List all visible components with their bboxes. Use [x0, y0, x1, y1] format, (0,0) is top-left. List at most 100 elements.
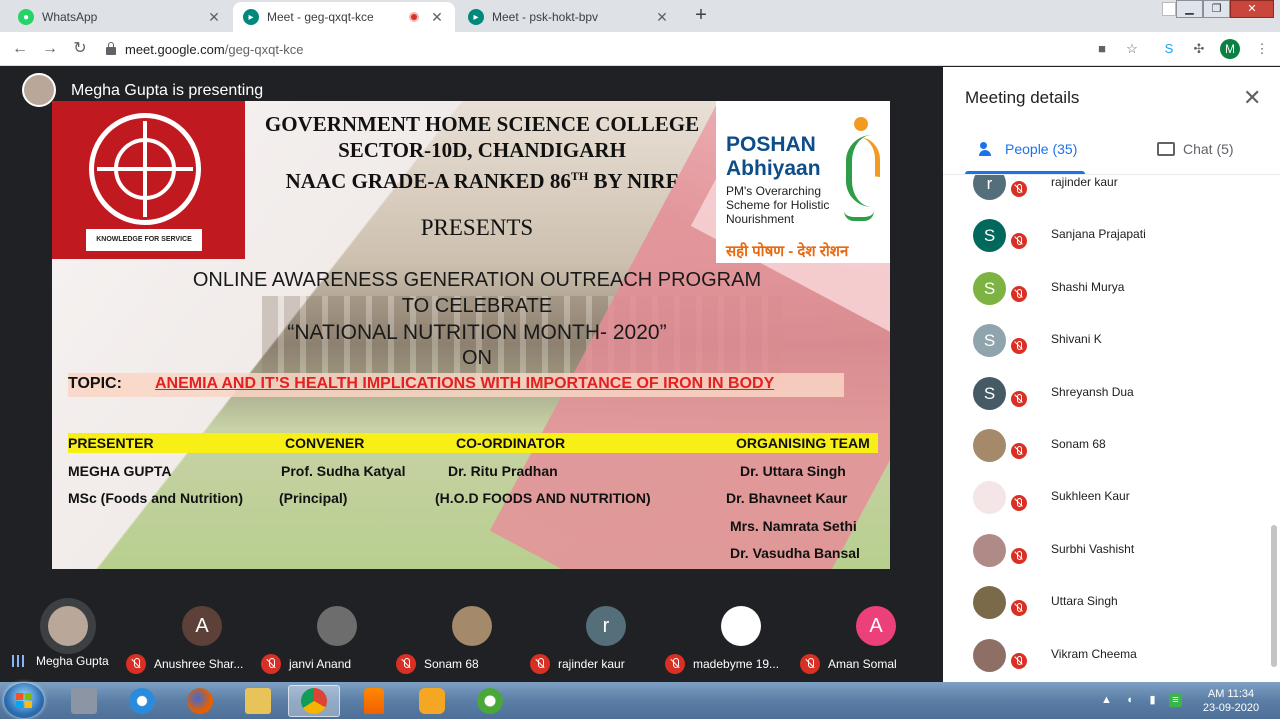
participant-name: Surbhi Vashisht	[1051, 541, 1135, 556]
presenter-avatar	[22, 73, 56, 107]
panel-title: Meeting details	[965, 88, 1080, 107]
recording-indicator-icon	[409, 12, 419, 22]
role-coordinator: CO-ORDINATOR	[456, 435, 566, 451]
tab-title: Meet - geg-qxqt-kce	[267, 10, 374, 24]
profile-avatar[interactable]: M	[1220, 39, 1240, 59]
participant-name: Sonam 68	[424, 657, 479, 671]
mic-off-icon	[1009, 441, 1029, 461]
poshan-title-line: Abhiyaan	[726, 157, 821, 180]
close-panel-icon[interactable]: ✕	[1243, 85, 1261, 111]
tab-people[interactable]: People (35)	[979, 141, 1077, 157]
taskbar-clock[interactable]: AM 11:34 23-09-2020	[1196, 687, 1266, 715]
avatar	[973, 429, 1006, 462]
tab-title: Meet - psk-hokt-bpv	[492, 10, 599, 24]
poshan-abhiyaan-logo: POSHAN Abhiyaan PM's Overarching Scheme fo…	[716, 101, 890, 263]
event-name: “NATIONAL NUTRITION MONTH- 2020”	[287, 321, 667, 344]
mic-off-icon	[126, 654, 146, 674]
back-icon[interactable]: ←	[10, 39, 30, 59]
taskbar-vlc[interactable]	[348, 685, 400, 717]
participant-tile-label: rajinder kaur	[530, 654, 625, 674]
role-convener: CONVENER	[285, 435, 365, 451]
firefox-icon	[187, 688, 213, 714]
participant-tile-avatar[interactable]	[452, 606, 492, 646]
participant-tile-label: Megha Gupta	[12, 654, 109, 668]
taskbar-app[interactable]	[406, 685, 458, 717]
minimize-button[interactable]: ▁	[1176, 0, 1203, 18]
extensions-puzzle-icon[interactable]: ✣	[1191, 41, 1207, 57]
window-controls: ▁ ❐ ✕	[1176, 0, 1274, 18]
tab-meet-active[interactable]: ▸ Meet - geg-qxqt-kce ✕	[233, 2, 455, 32]
participant-name: Aman Somal	[828, 657, 897, 671]
reload-icon[interactable]: ↻	[70, 39, 90, 59]
network-icon[interactable]: ▮	[1146, 694, 1159, 707]
chat-icon	[1157, 142, 1175, 156]
participant-row[interactable]: S Shashi Murya	[943, 264, 1280, 316]
participant-tile-avatar[interactable]: A	[182, 606, 222, 646]
taskbar-file-explorer[interactable]	[232, 685, 284, 717]
screen: ● WhatsApp ✕ ▸ Meet - geg-qxqt-kce ✕ ▸ M…	[0, 0, 1280, 719]
people-list-scrollbar[interactable]	[1271, 525, 1277, 667]
participant-row[interactable]: S Shivani K	[943, 316, 1280, 368]
avatar	[973, 533, 1006, 567]
participant-row[interactable]: S Shreyansh Dua	[943, 369, 1280, 421]
skype-extension-icon[interactable]: S	[1161, 41, 1177, 57]
tab-meet-2[interactable]: ▸ Meet - psk-hokt-bpv ✕	[458, 2, 680, 32]
participant-tile-avatar[interactable]	[721, 606, 761, 646]
convener-name: Prof. Sudha Katyal	[281, 463, 406, 479]
taskbar-utorrent[interactable]	[464, 685, 516, 717]
participant-tile-avatar[interactable]: r	[586, 606, 626, 646]
address-bar[interactable]: meet.google.com/geg-qxqt-kce	[106, 37, 1150, 61]
maximize-button[interactable]: ❐	[1203, 0, 1230, 18]
close-window-button[interactable]: ✕	[1230, 0, 1274, 18]
tab-whatsapp[interactable]: ● WhatsApp ✕	[8, 2, 232, 32]
participant-row[interactable]: r rajinder kaur	[943, 175, 1280, 211]
people-list[interactable]: r rajinder kaur S Sanjana Prajapati S Shashi …	[943, 175, 1280, 682]
participant-row[interactable]: Vikram Cheema	[943, 631, 1280, 682]
mic-off-icon	[800, 654, 820, 674]
avatar: S	[973, 219, 1006, 253]
close-tab-icon[interactable]: ✕	[206, 9, 222, 26]
ranking-text: BY NIRF	[588, 169, 679, 193]
participant-row[interactable]: Sonam 68	[943, 421, 1280, 473]
volume-icon[interactable]: ◖	[1123, 694, 1136, 707]
team-member: Dr. Uttara Singh	[740, 463, 846, 479]
participant-name: madebyme 19...	[693, 657, 780, 671]
participant-tile-label: janvi Anand	[261, 654, 351, 674]
participant-tile-avatar[interactable]: A	[856, 606, 896, 646]
speaking-icon	[12, 655, 26, 667]
college-address: SECTOR-10D, CHANDIGARH	[338, 138, 626, 162]
participant-row[interactable]: S Sanjana Prajapati	[943, 211, 1280, 263]
tab-title: WhatsApp	[42, 10, 98, 24]
taskbar-chrome[interactable]	[288, 685, 340, 717]
lock-icon[interactable]	[106, 42, 116, 55]
avatar	[973, 638, 1006, 672]
participant-row[interactable]: Sukhleen Kaur	[943, 473, 1280, 525]
url-text: meet.google.com/geg-qxqt-kce	[125, 42, 304, 57]
new-tab-button[interactable]: +	[688, 4, 714, 28]
taskbar-internet-explorer[interactable]	[116, 685, 168, 717]
tab-chat[interactable]: Chat (5)	[1157, 141, 1234, 157]
bookmark-star-icon[interactable]: ☆	[1124, 41, 1140, 57]
more-menu-icon[interactable]: ⋮	[1254, 41, 1270, 57]
taskbar-firefox[interactable]	[174, 685, 226, 717]
windows-taskbar: ▲ ◖ ▮ ≡ AM 11:34 23-09-2020	[0, 682, 1280, 719]
presents-heading: PRESENTS	[420, 215, 534, 240]
logo-spoke	[97, 167, 193, 171]
avatar: S	[973, 271, 1006, 305]
forward-icon[interactable]: →	[40, 39, 60, 59]
poshan-subtitle: PM's Overarching Scheme for Holistic Nouri…	[726, 184, 829, 226]
participant-row[interactable]: Surbhi Vashisht	[943, 526, 1280, 578]
avatar: r	[973, 175, 1006, 200]
participant-tile-avatar[interactable]	[48, 606, 88, 646]
camera-icon[interactable]: ■	[1094, 41, 1110, 57]
taskbar-explorer-computer[interactable]	[58, 685, 110, 717]
participant-tile-avatar[interactable]	[317, 606, 357, 646]
tray-app-icon[interactable]: ≡	[1169, 694, 1182, 707]
start-button[interactable]	[4, 683, 44, 718]
participant-row[interactable]: Uttara Singh	[943, 578, 1280, 630]
mic-off-icon	[396, 654, 416, 674]
close-tab-icon[interactable]: ✕	[429, 9, 445, 26]
participant-name: Vikram Cheema	[1051, 646, 1137, 661]
close-tab-icon[interactable]: ✕	[654, 9, 670, 26]
tray-expand-icon[interactable]: ▲	[1100, 694, 1113, 707]
